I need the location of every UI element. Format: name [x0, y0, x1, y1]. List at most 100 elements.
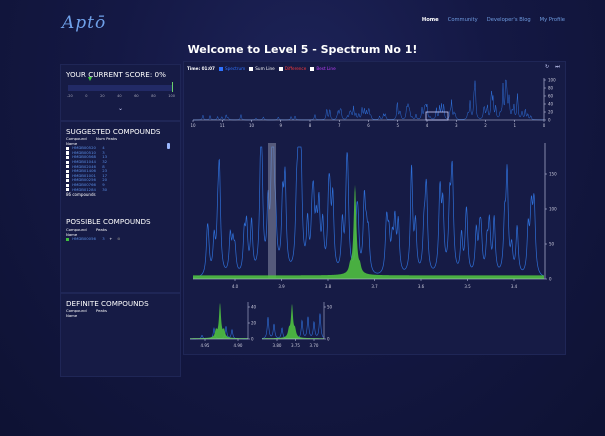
compound-checkbox[interactable]	[66, 165, 70, 169]
definite-title: DEFINITE COMPOUNDS	[66, 299, 149, 308]
page-title: Welcome to Level 5 - Spectrum No 1!	[187, 43, 418, 56]
top-nav: Home Community Developer's Blog My Profi…	[422, 17, 565, 23]
main-y-ticks: 150 100 50 0	[545, 171, 557, 281]
overview-spectrum-line	[193, 79, 544, 121]
checkbox[interactable]	[249, 66, 254, 71]
compound-peak-fill	[193, 184, 544, 279]
x-tick-label: 3.80	[273, 343, 282, 348]
compound-name[interactable]: HMDB00056	[72, 237, 102, 242]
zoom-plot-2[interactable]: 3.80 3.75 3.70 50 0	[262, 297, 342, 353]
zoom2-compound-fill	[262, 303, 324, 339]
y-tick-label: 0	[548, 117, 551, 122]
zoom1-x-ticks: 4.95 4.90	[201, 339, 243, 348]
checkbox[interactable]	[278, 66, 283, 71]
y-tick-label: 20	[548, 109, 554, 114]
overview-x-ticks: 10 11 10 9 8 7 6 5 4 3 2 1 0	[190, 120, 546, 128]
compound-checkbox[interactable]	[66, 146, 70, 151]
x-tick-label: 2	[484, 123, 487, 128]
spectrum-controls: ↻ ⏭	[545, 64, 560, 70]
remove-icon[interactable]: ⊗	[117, 237, 120, 242]
compound-checkbox[interactable]	[66, 188, 70, 192]
col-compound-name: Compound Name	[66, 308, 87, 318]
compounds-panel: SUGGESTED COMPOUNDS Compound Name Num Pe…	[60, 121, 181, 293]
apto-logo[interactable]: Aptō	[62, 13, 106, 33]
possible-list: Compound Name Peaks HMDB00056 3 + ⊗	[66, 227, 120, 242]
x-tick-label: 4.95	[201, 343, 210, 348]
compound-peaks: 30	[102, 186, 108, 192]
zoom-plot-1[interactable]: 4.95 4.90 40 20 0	[190, 297, 260, 353]
checkbox[interactable]	[310, 66, 315, 71]
x-tick-label: 9	[279, 123, 282, 128]
col-peaks: Peaks	[96, 308, 107, 313]
toggle-spectrum[interactable]: Spectrum	[218, 66, 246, 71]
y-tick-label: 50	[327, 304, 333, 309]
score-tick: 80	[151, 94, 156, 98]
compound-checkbox[interactable]	[66, 156, 70, 160]
y-tick-label: 0	[549, 276, 552, 281]
chevron-down-icon[interactable]: ⌄	[118, 105, 123, 112]
main-spectrum-line	[192, 146, 544, 278]
y-tick-label: 50	[549, 241, 555, 246]
x-tick-label: 0	[543, 123, 546, 128]
toggle-label: Sum Line	[255, 66, 275, 71]
list-item[interactable]: HMDB00056 3 + ⊗	[66, 237, 120, 242]
overview-spectrum-lines	[193, 79, 544, 121]
main-spectrum[interactable]: 4.0 3.9 3.8 3.7 3.6 3.5 3.4 150 100 50 0	[190, 138, 562, 296]
y-tick-label: 40	[251, 304, 257, 309]
compound-checkbox[interactable]	[66, 179, 70, 183]
compound-checkbox[interactable]	[66, 151, 70, 155]
x-tick-label: 3.5	[464, 284, 471, 289]
compound-checkbox[interactable]	[66, 183, 70, 187]
x-tick-label: 10	[190, 123, 196, 128]
zoom1-compound-fill	[190, 302, 248, 339]
refresh-icon[interactable]: ↻	[545, 64, 549, 70]
compound-color-checkbox[interactable]	[66, 237, 70, 242]
overview-y-ticks: 100 80 60 40 20 0	[544, 77, 556, 122]
score-track	[68, 85, 172, 91]
add-icon[interactable]: +	[109, 237, 117, 242]
x-tick-label: 3.6	[418, 284, 425, 289]
x-tick-label: 8	[309, 123, 312, 128]
overview-spectrum[interactable]: 10 11 10 9 8 7 6 5 4 3 2 1 0 100806040200	[190, 74, 562, 134]
score-end-line	[172, 82, 173, 92]
definite-list: Compound Name Peaks	[66, 308, 107, 318]
x-tick-label: 3.4	[511, 284, 518, 289]
x-tick-label: 4.90	[234, 343, 243, 348]
checkbox[interactable]	[218, 66, 223, 71]
main-x-ticks: 4.0 3.9 3.8 3.7 3.6 3.5 3.4	[232, 279, 518, 289]
timer: Time: 01:07	[187, 66, 215, 71]
score-marker	[88, 77, 92, 81]
suggested-list: Compound Name Num Peaks HMDB00520 4 HMDB00…	[66, 136, 117, 198]
toggle-label: Spectrum	[224, 66, 246, 71]
toggle-best-line[interactable]: Best Line	[310, 66, 336, 71]
y-tick-label: 20	[251, 320, 257, 325]
compound-peaks: 3	[102, 236, 105, 242]
zoom1-y-ticks: 40 20 0	[248, 304, 257, 341]
y-tick-label: 100	[549, 206, 557, 211]
score-tick: 60	[134, 94, 139, 98]
compound-checkbox[interactable]	[66, 160, 70, 164]
nav-my-profile[interactable]: My Profile	[540, 17, 565, 23]
compound-checkbox[interactable]	[66, 169, 70, 174]
selection-highlight[interactable]	[268, 143, 276, 278]
nav-community[interactable]: Community	[448, 17, 478, 23]
x-tick-label: 11	[220, 123, 226, 128]
x-tick-label: 3.8	[325, 284, 332, 289]
compound-checkbox[interactable]	[66, 174, 70, 178]
skip-forward-icon[interactable]: ⏭	[555, 64, 560, 70]
score-tick: -20	[67, 94, 73, 98]
x-tick-label: 3.75	[291, 343, 300, 348]
x-tick-label: 1	[513, 123, 516, 128]
x-tick-label: 3.9	[278, 284, 285, 289]
toggle-sum-line[interactable]: Sum Line	[249, 66, 275, 71]
nav-home[interactable]: Home	[422, 17, 439, 23]
y-tick-label: 0	[251, 336, 254, 341]
score-tick: 40	[117, 94, 122, 98]
scrollbar-thumb[interactable]	[167, 143, 170, 149]
x-tick-label: 4.0	[232, 284, 239, 289]
definite-panel: DEFINITE COMPOUNDS Compound Name Peaks	[60, 293, 181, 377]
nav-developers-blog[interactable]: Developer's Blog	[487, 17, 531, 23]
score-title: YOUR CURRENT SCORE: 0%	[66, 70, 166, 79]
x-tick-label: 10	[249, 123, 255, 128]
toggle-difference[interactable]: Difference	[278, 66, 306, 71]
